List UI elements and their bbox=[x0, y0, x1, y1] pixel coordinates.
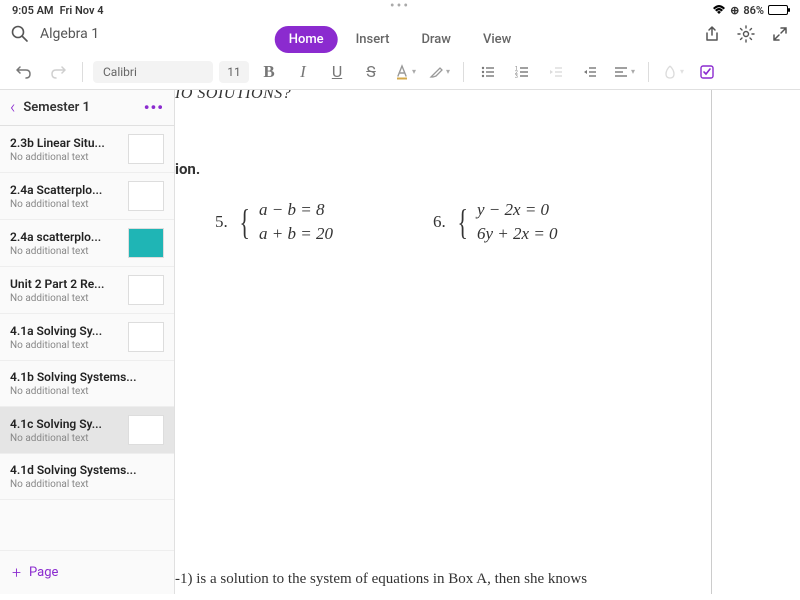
page-item[interactable]: 4.1d Solving Systems... No additional tex… bbox=[0, 454, 174, 500]
divider bbox=[648, 62, 649, 82]
tab-view[interactable]: View bbox=[469, 26, 525, 53]
page-item[interactable]: 2.3b Linear Situ... No additional text bbox=[0, 126, 174, 173]
page-thumbnail bbox=[128, 415, 164, 445]
page-item-subtitle: No additional text bbox=[10, 340, 122, 351]
fragment-ion: ion. bbox=[175, 160, 200, 178]
page-item-title: Unit 2 Part 2 Re... bbox=[10, 277, 122, 291]
bullet-list-button[interactable] bbox=[474, 58, 502, 86]
status-time: 9:05 AM bbox=[12, 4, 54, 17]
page-item-title: 4.1c Solving Sy... bbox=[10, 417, 122, 431]
grab-handle-icon[interactable]: ••• bbox=[0, 0, 800, 14]
page-item-subtitle: No additional text bbox=[10, 293, 122, 304]
add-page-label: Page bbox=[29, 565, 58, 580]
equation-6: 6. { y − 2x = 0 6y + 2x = 0 bbox=[433, 200, 558, 244]
eq6-line1: y − 2x = 0 bbox=[477, 200, 558, 220]
page-item[interactable]: 2.4a Scatterplo... No additional text bbox=[0, 173, 174, 220]
wifi-icon bbox=[712, 5, 726, 15]
page-item-title: 4.1d Solving Systems... bbox=[10, 463, 164, 477]
page-thumbnail bbox=[128, 322, 164, 352]
ribbon-tabs: Home Insert Draw View bbox=[275, 26, 526, 53]
page-item[interactable]: Unit 2 Part 2 Re... No additional text bbox=[0, 267, 174, 314]
undo-button[interactable] bbox=[10, 58, 38, 86]
page-item-title: 2.4a Scatterplo... bbox=[10, 183, 122, 197]
align-button[interactable]: ▾ bbox=[610, 58, 638, 86]
page-thumbnail bbox=[128, 275, 164, 305]
page-item-title: 4.1a Solving Sy... bbox=[10, 324, 122, 338]
eq5-line2: a + b = 20 bbox=[259, 224, 333, 244]
page-thumbnail bbox=[128, 134, 164, 164]
equations-row: 5. { a − b = 8 a + b = 20 6. { y − 2x = … bbox=[215, 200, 558, 244]
pages-sidebar: ‹ Semester 1 ••• 2.3b Linear Situ... No a… bbox=[0, 90, 175, 594]
page-item-title: 2.4a scatterplo... bbox=[10, 230, 122, 244]
page-item-subtitle: No additional text bbox=[10, 433, 122, 444]
page-item-subtitle: No additional text bbox=[10, 199, 122, 210]
document-page: IO SOIUTIONS? ion. 5. { a − b = 8 a + b … bbox=[175, 90, 712, 594]
section-more-button[interactable]: ••• bbox=[144, 98, 164, 117]
add-page-button[interactable]: + Page bbox=[0, 550, 174, 594]
page-item-subtitle: No additional text bbox=[10, 479, 164, 490]
indent-button[interactable] bbox=[576, 58, 604, 86]
page-item-title: 4.1b Solving Systems... bbox=[10, 370, 164, 384]
page-item[interactable]: 4.1a Solving Sy... No additional text bbox=[0, 314, 174, 361]
battery-pct: 86% bbox=[743, 4, 764, 17]
page-thumbnail bbox=[128, 228, 164, 258]
section-title[interactable]: Semester 1 bbox=[23, 100, 135, 115]
brace-icon: { bbox=[239, 208, 249, 237]
page-item[interactable]: 4.1c Solving Sy... No additional text bbox=[0, 407, 174, 454]
font-size-select[interactable]: 11 bbox=[219, 61, 249, 83]
page-item[interactable]: 2.4a scatterplo... No additional text bbox=[0, 220, 174, 267]
page-item[interactable]: 4.1b Solving Systems... No additional tex… bbox=[0, 361, 174, 407]
divider bbox=[463, 62, 464, 82]
back-button[interactable]: ‹ bbox=[10, 97, 15, 118]
italic-button[interactable]: I bbox=[289, 58, 317, 86]
page-thumbnail bbox=[128, 181, 164, 211]
page-item-subtitle: No additional text bbox=[10, 386, 164, 397]
svg-text:3: 3 bbox=[515, 74, 518, 80]
divider bbox=[82, 62, 83, 82]
battery-icon bbox=[768, 5, 788, 15]
eq6-line2: 6y + 2x = 0 bbox=[477, 224, 558, 244]
document-title[interactable]: Algebra 1 bbox=[40, 26, 99, 42]
eq6-number: 6. bbox=[433, 212, 446, 232]
pages-list[interactable]: 2.3b Linear Situ...No additional text2.4… bbox=[0, 126, 174, 550]
tab-insert[interactable]: Insert bbox=[342, 26, 404, 53]
underline-button[interactable]: U bbox=[323, 58, 351, 86]
checkbox-button[interactable] bbox=[693, 58, 721, 86]
page-item-title: 2.3b Linear Situ... bbox=[10, 136, 122, 150]
page-item-subtitle: No additional text bbox=[10, 152, 122, 163]
styles-button[interactable]: ▾ bbox=[659, 58, 687, 86]
tab-draw[interactable]: Draw bbox=[407, 26, 465, 53]
formatting-toolbar: Calibri 11 B I U S ▾ ▾ 123 ▾ ▾ bbox=[0, 54, 800, 90]
eq5-line1: a − b = 8 bbox=[259, 200, 333, 220]
cut-text-top: IO SOIUTIONS? bbox=[175, 90, 291, 103]
highlight-button[interactable]: ▾ bbox=[425, 58, 453, 86]
page-item-subtitle: No additional text bbox=[10, 246, 122, 257]
note-canvas[interactable]: IO SOIUTIONS? ion. 5. { a − b = 8 a + b … bbox=[175, 90, 800, 594]
app-header: Algebra 1 Home Insert Draw View bbox=[0, 14, 800, 54]
equation-5: 5. { a − b = 8 a + b = 20 bbox=[215, 200, 333, 244]
tab-home[interactable]: Home bbox=[275, 26, 338, 53]
plus-icon: + bbox=[12, 563, 21, 582]
search-icon[interactable] bbox=[10, 24, 30, 44]
expand-icon[interactable] bbox=[770, 24, 790, 44]
eq5-number: 5. bbox=[215, 212, 228, 232]
share-icon[interactable] bbox=[702, 24, 722, 44]
fragment-bottom: -1) is a solution to the system of equat… bbox=[175, 571, 587, 588]
brace-icon: { bbox=[457, 208, 467, 237]
redo-button[interactable] bbox=[44, 58, 72, 86]
numbered-list-button[interactable]: 123 bbox=[508, 58, 536, 86]
orientation-lock-icon: ⊕ bbox=[730, 4, 739, 17]
settings-icon[interactable] bbox=[736, 24, 756, 44]
font-family-select[interactable]: Calibri bbox=[93, 61, 213, 83]
font-color-button[interactable]: ▾ bbox=[391, 58, 419, 86]
bold-button[interactable]: B bbox=[255, 58, 283, 86]
outdent-button[interactable] bbox=[542, 58, 570, 86]
status-date: Fri Nov 4 bbox=[60, 4, 104, 17]
strikethrough-button[interactable]: S bbox=[357, 58, 385, 86]
